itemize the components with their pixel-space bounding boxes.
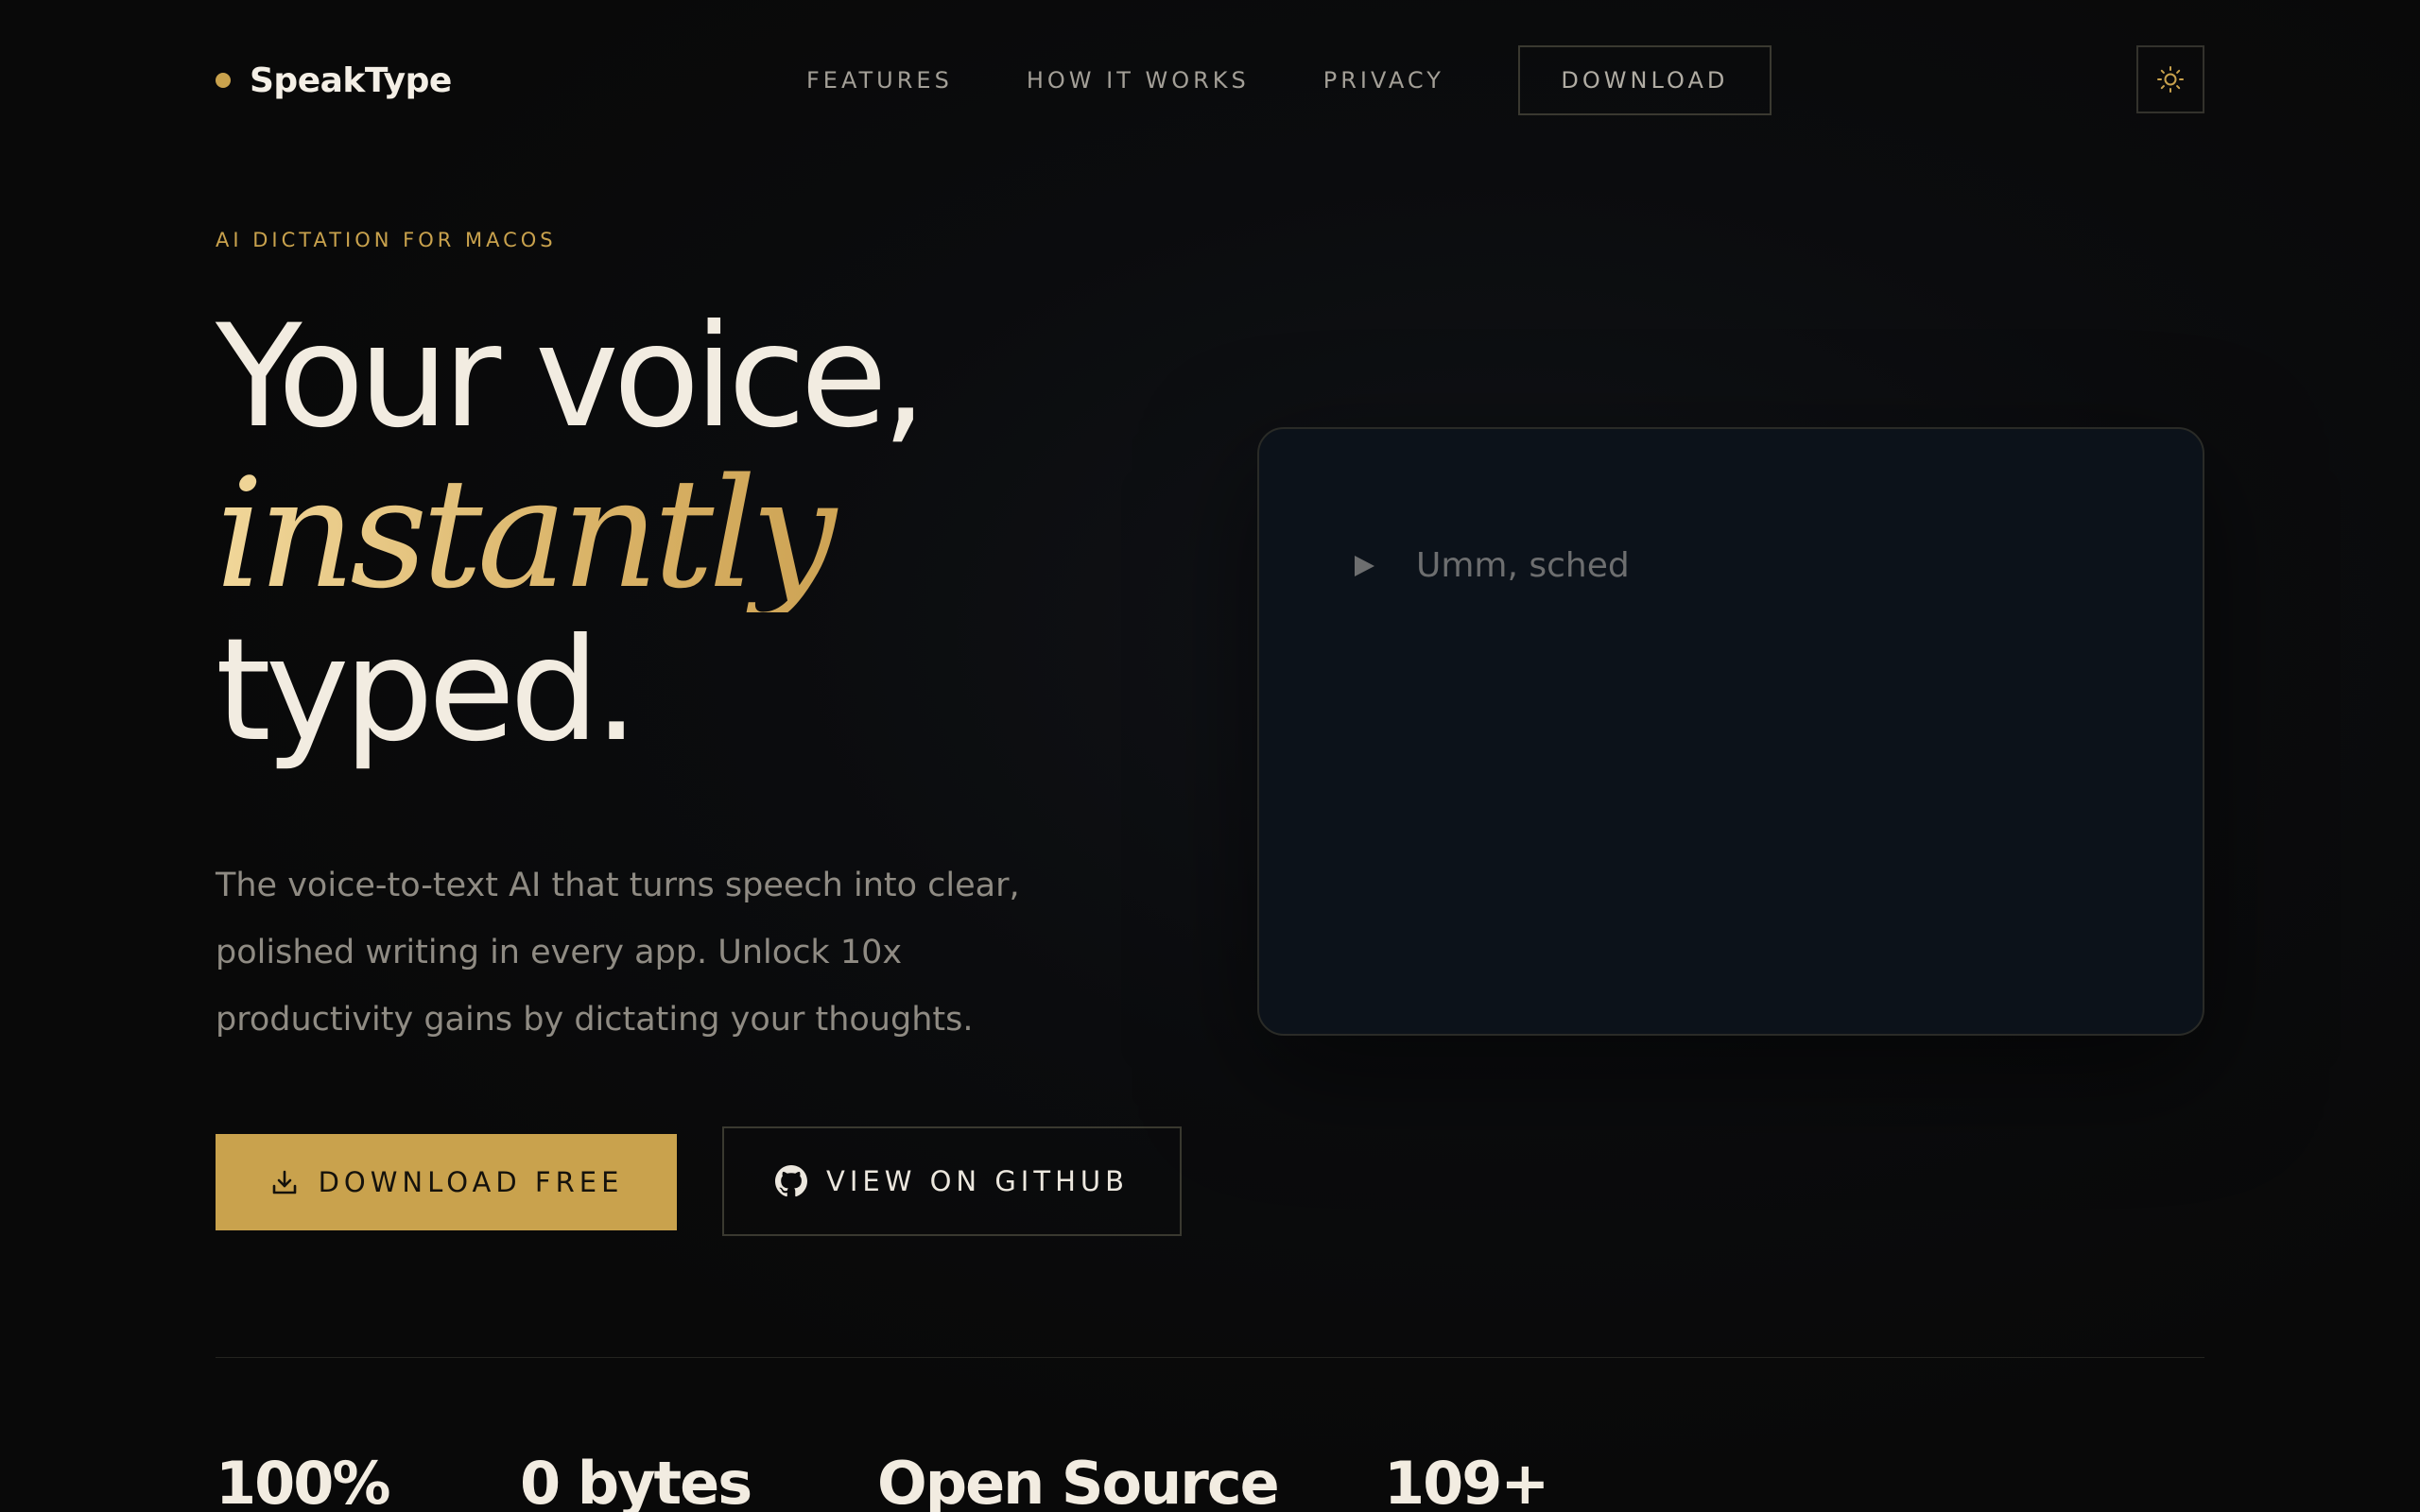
view-on-github-label: VIEW ON GITHUB	[825, 1165, 1129, 1197]
nav-link-how-it-works[interactable]: HOW IT WORKS	[1027, 67, 1250, 94]
brand-logo[interactable]: SpeakType	[216, 45, 452, 115]
headline-line-1: Your voice,	[216, 295, 927, 459]
headline-line-2-accent: instantly	[216, 455, 922, 612]
github-icon	[774, 1165, 807, 1197]
theme-toggle-button[interactable]	[2136, 45, 2204, 113]
hero-eyebrow: AI DICTATION FOR MACOS	[216, 229, 557, 251]
demo-typed-text: Umm, sched	[1416, 546, 1630, 585]
nav-link-privacy[interactable]: PRIVACY	[1323, 67, 1444, 94]
dictation-demo-panel: Umm, sched	[1257, 427, 2204, 1036]
headline-line-3: typed.	[216, 609, 639, 773]
stat-data-sent: 0 bytes	[520, 1449, 752, 1512]
stat-languages: 109+	[1384, 1449, 1549, 1512]
download-icon	[269, 1167, 300, 1197]
nav-link-features[interactable]: FEATURES	[806, 67, 953, 94]
brand-dot-icon	[216, 73, 231, 88]
stat-local-processing: 100%	[216, 1449, 391, 1512]
site-header: SpeakType FEATURES HOW IT WORKS PRIVACY …	[216, 45, 2204, 115]
hero-headline: Your voice, instantly typed.	[216, 295, 927, 773]
main-nav: FEATURES HOW IT WORKS PRIVACY DOWNLOAD	[806, 45, 1772, 115]
section-divider	[216, 1357, 2204, 1358]
view-on-github-button[interactable]: VIEW ON GITHUB	[722, 1126, 1182, 1236]
brand-name: SpeakType	[250, 60, 452, 100]
sun-icon	[2157, 66, 2184, 93]
play-icon	[1352, 554, 1376, 578]
nav-download-button[interactable]: DOWNLOAD	[1517, 45, 1772, 115]
demo-transcript-row: Umm, sched	[1352, 546, 1630, 585]
stat-open-source: Open Source	[877, 1449, 1280, 1512]
download-free-label: DOWNLOAD FREE	[318, 1166, 624, 1198]
hero-subtitle: The voice-to-text AI that turns speech i…	[216, 867, 1020, 1039]
download-free-button[interactable]: DOWNLOAD FREE	[216, 1134, 677, 1230]
